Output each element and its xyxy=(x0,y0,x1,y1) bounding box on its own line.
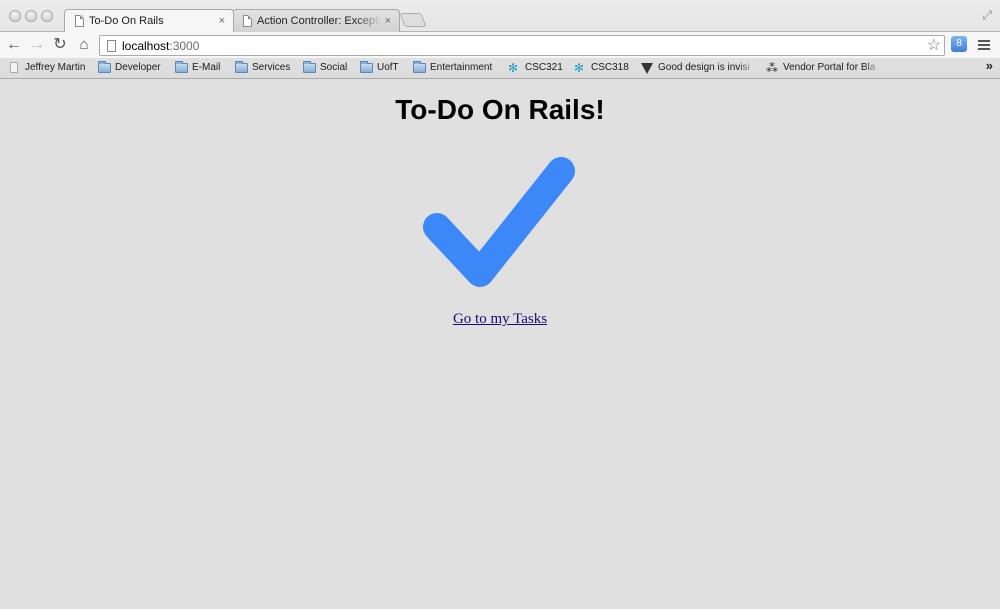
bookmark-csc318[interactable]: ✻ CSC318 xyxy=(574,61,629,75)
triangle-logo-icon xyxy=(641,63,653,74)
bookmark-label: Developer xyxy=(115,62,161,73)
blackberry-icon: ⁂ xyxy=(766,61,778,75)
folder-icon xyxy=(360,61,373,73)
window-close-button[interactable] xyxy=(9,10,21,22)
url-host: localhost xyxy=(122,39,170,53)
browser-chrome: To-Do On Rails × Action Controller: Exce… xyxy=(0,0,1000,79)
bookmark-vendor-portal[interactable]: ⁂ Vendor Portal for Bla xyxy=(766,61,881,75)
bookmark-label: E-Mail xyxy=(192,62,221,73)
bookmark-label: Jeffrey Martin xyxy=(25,62,86,73)
bookmark-jeffrey-martin[interactable]: Jeffrey Martin xyxy=(8,61,85,75)
tasks-link-wrapper: Go to my Tasks xyxy=(0,311,1000,328)
page-content: To-Do On Rails! Go to my Tasks xyxy=(0,79,1000,609)
folder-icon xyxy=(303,61,316,73)
bookmark-entertainment[interactable]: Entertainment xyxy=(413,61,492,75)
bookmark-label: Services xyxy=(252,62,291,73)
go-to-tasks-link[interactable]: Go to my Tasks xyxy=(453,311,547,327)
address-bar[interactable]: localhost:3000 ☆ xyxy=(99,35,945,56)
bookmarks-overflow-icon[interactable]: » xyxy=(986,58,993,73)
bookmark-label: Vendor Portal for Bla xyxy=(783,62,876,73)
bookmark-developer[interactable]: Developer xyxy=(98,61,161,75)
reload-icon[interactable]: ↻ xyxy=(50,35,70,55)
bookmark-label: UofT xyxy=(377,62,399,73)
bookmark-label: Entertainment xyxy=(430,62,493,73)
checkmark-icon xyxy=(423,157,575,287)
tab-close-icon[interactable]: × xyxy=(385,10,391,32)
tab-close-icon[interactable]: × xyxy=(219,10,225,32)
bookmark-star-icon[interactable]: ☆ xyxy=(927,36,941,55)
folder-icon xyxy=(235,61,248,73)
bookmark-services[interactable]: Services xyxy=(235,61,290,75)
tab-action-controller[interactable]: Action Controller: Exception × xyxy=(232,9,400,32)
page-title: To-Do On Rails! xyxy=(395,94,605,125)
url-port: :3000 xyxy=(169,39,200,53)
bookmark-label: Good design is invisi xyxy=(658,62,750,73)
tab-strip: To-Do On Rails × Action Controller: Exce… xyxy=(0,0,1000,32)
bookmark-label: Social xyxy=(320,62,348,73)
page-icon xyxy=(243,15,252,27)
folder-icon xyxy=(413,61,426,73)
bookmark-label: CSC321 xyxy=(525,62,563,73)
page-icon xyxy=(75,15,84,27)
new-tab-button[interactable] xyxy=(399,13,427,27)
home-icon[interactable]: ⌂ xyxy=(74,35,94,55)
extension-icon[interactable]: 8 xyxy=(951,36,967,52)
folder-icon xyxy=(175,61,188,73)
toolbar: ← → ↻ ⌂ localhost:3000 ☆ 8 xyxy=(0,31,1000,58)
bookmark-uoft[interactable]: UofT xyxy=(360,61,399,75)
bookmark-good-design[interactable]: Good design is invisi xyxy=(641,61,756,75)
bookmarks-bar: Jeffrey Martin Developer E-Mail Services… xyxy=(0,58,1000,78)
window-minimize-button[interactable] xyxy=(25,10,37,22)
window-zoom-button[interactable] xyxy=(41,10,53,22)
url-text[interactable]: localhost:3000 xyxy=(122,38,199,54)
bookmark-email[interactable]: E-Mail xyxy=(175,61,220,75)
menu-icon[interactable] xyxy=(978,40,990,52)
back-arrow-icon[interactable]: ← xyxy=(4,35,24,55)
bookmark-social[interactable]: Social xyxy=(303,61,347,75)
tab-todo-on-rails[interactable]: To-Do On Rails × xyxy=(64,9,234,32)
folder-icon xyxy=(98,61,111,73)
tab-title: Action Controller: Exception xyxy=(257,15,381,27)
star-logo-icon: ✻ xyxy=(508,61,519,75)
forward-arrow-icon[interactable]: → xyxy=(27,35,47,55)
bookmark-label: CSC318 xyxy=(591,62,629,73)
bookmark-csc321[interactable]: ✻ CSC321 xyxy=(508,61,563,75)
page-icon xyxy=(10,62,18,73)
tab-title: To-Do On Rails xyxy=(89,15,164,27)
page-icon xyxy=(107,40,116,52)
star-logo-icon: ✻ xyxy=(574,61,585,75)
fullscreen-icon[interactable]: ⤢ xyxy=(982,8,992,23)
